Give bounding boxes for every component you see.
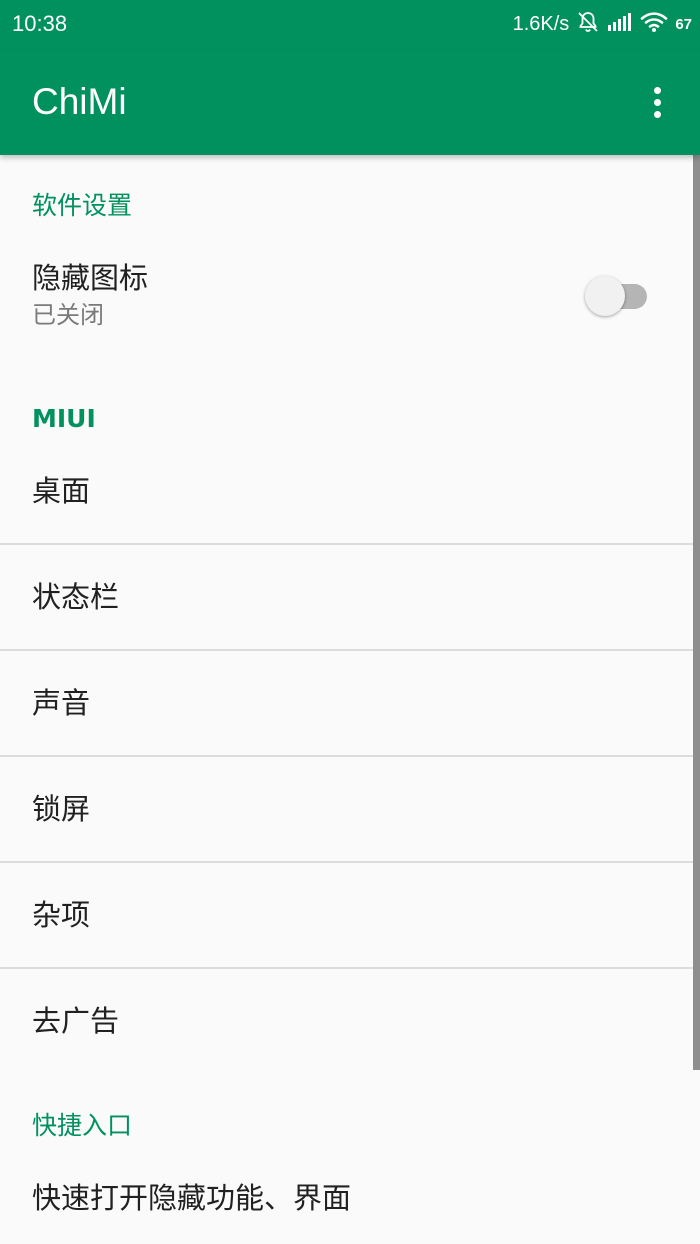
pref-item-remove-ads[interactable]: 去广告 <box>0 969 700 1073</box>
menu-dot <box>653 110 661 118</box>
pref-item-label: 快速打开隐藏功能、界面 <box>32 1181 352 1215</box>
pref-hide-icon-summary: 已关闭 <box>32 301 104 329</box>
status-time: 10:38 <box>12 11 68 36</box>
pref-item-label: 锁屏 <box>32 792 91 826</box>
status-icons: 1.6K/s 67 <box>513 10 692 38</box>
net-speed: 1.6K/s <box>512 12 570 35</box>
pref-item-label: 状态栏 <box>32 580 120 614</box>
pref-item-desktop[interactable]: 桌面 <box>0 438 700 544</box>
status-bar: 10:38 1.6K/s 67 <box>0 0 700 50</box>
wifi-icon <box>640 11 668 37</box>
screen: 10:38 1.6K/s 67 ChiMi 软件设置 隐藏图标 已关闭 MIUI… <box>0 0 700 1244</box>
pref-item-label: 声音 <box>32 686 91 720</box>
pref-item-label: 去广告 <box>32 1004 120 1038</box>
preference-list: 软件设置 隐藏图标 已关闭 MIUI 桌面 状态栏 声音 锁屏 杂项 去广告 快… <box>0 155 700 1244</box>
signal-icon <box>607 11 633 37</box>
pref-hide-icon-title: 隐藏图标 <box>32 261 149 295</box>
section-header-shortcuts: 快捷入口 <box>32 1111 133 1140</box>
section-header-miui: MIUI <box>32 404 96 433</box>
switch-thumb <box>585 276 625 316</box>
pref-item-sound[interactable]: 声音 <box>0 651 700 755</box>
pref-item-quick-open-hidden[interactable]: 快速打开隐藏功能、界面 <box>0 1155 700 1244</box>
pref-item-label: 杂项 <box>32 898 91 932</box>
pref-item-label: 桌面 <box>32 474 91 508</box>
menu-dot <box>653 86 661 94</box>
hide-icon-switch[interactable] <box>585 276 649 316</box>
bell-off-icon <box>576 10 600 38</box>
pref-hide-icon[interactable]: 隐藏图标 已关闭 <box>0 240 700 350</box>
more-vert-icon[interactable] <box>642 82 672 122</box>
menu-dot <box>653 98 661 106</box>
section-header-software-settings: 软件设置 <box>32 191 133 220</box>
scrollbar[interactable] <box>693 155 700 1070</box>
app-title: ChiMi <box>32 81 127 122</box>
battery-icon: 67 <box>675 15 692 33</box>
pref-item-status-bar[interactable]: 状态栏 <box>0 545 700 649</box>
app-bar: ChiMi <box>0 50 700 155</box>
pref-item-lock-screen[interactable]: 锁屏 <box>0 757 700 861</box>
pref-item-misc[interactable]: 杂项 <box>0 863 700 967</box>
